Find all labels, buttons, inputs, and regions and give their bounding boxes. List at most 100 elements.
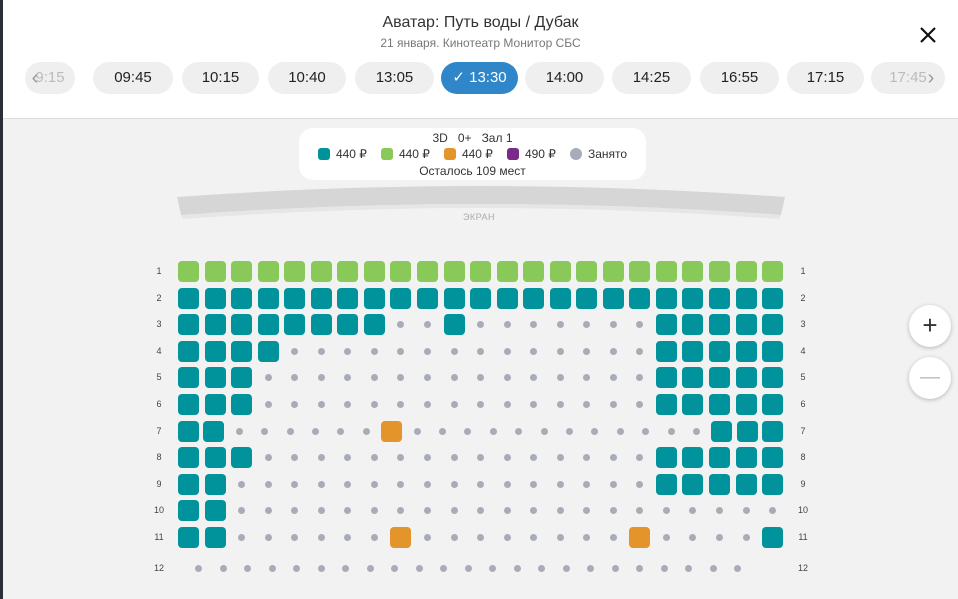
- seat-available[interactable]: [682, 314, 704, 336]
- seat-available[interactable]: [204, 287, 226, 309]
- seat-available[interactable]: [178, 340, 199, 362]
- seat-available[interactable]: [231, 340, 253, 362]
- seat-available[interactable]: [178, 527, 199, 548]
- seat-available[interactable]: [711, 420, 733, 442]
- zoom-in-button[interactable]: +: [909, 305, 951, 347]
- seat-available[interactable]: [178, 261, 199, 282]
- seat-available[interactable]: [416, 261, 438, 282]
- seat-available[interactable]: [337, 261, 359, 282]
- seat-available[interactable]: [284, 314, 306, 336]
- seat-available[interactable]: [735, 473, 757, 495]
- seat-available[interactable]: [496, 287, 518, 309]
- seat-available[interactable]: [204, 340, 226, 362]
- seat-available[interactable]: [602, 287, 624, 309]
- zoom-out-button[interactable]: —: [909, 357, 951, 399]
- seat-available[interactable]: [390, 287, 412, 309]
- seat-available[interactable]: [363, 314, 385, 336]
- seat-available[interactable]: [204, 261, 226, 282]
- seat-available[interactable]: [381, 420, 403, 442]
- seat-available[interactable]: [443, 287, 465, 309]
- seat-available[interactable]: [310, 287, 332, 309]
- seat-available[interactable]: [257, 314, 279, 336]
- seat-available[interactable]: [337, 287, 359, 309]
- seat-available[interactable]: [178, 367, 199, 389]
- seat-available[interactable]: [735, 340, 757, 362]
- seat-available[interactable]: [762, 261, 784, 282]
- seat-available[interactable]: [762, 314, 784, 336]
- seat-available[interactable]: [709, 340, 730, 362]
- seat-available[interactable]: [523, 261, 545, 282]
- seat-available[interactable]: [736, 420, 758, 442]
- seat-available[interactable]: [204, 447, 226, 469]
- seat-available[interactable]: [762, 394, 784, 415]
- seat-available[interactable]: [602, 261, 624, 282]
- seat-available[interactable]: [655, 261, 677, 282]
- seat-available[interactable]: [204, 314, 226, 336]
- seat-available[interactable]: [576, 287, 598, 309]
- seat-available[interactable]: [390, 261, 412, 282]
- seat-available[interactable]: [231, 287, 253, 309]
- seat-available[interactable]: [629, 261, 651, 282]
- seat-available[interactable]: [735, 394, 757, 415]
- seat-available[interactable]: [310, 314, 332, 336]
- seat-available[interactable]: [709, 447, 730, 469]
- seat-available[interactable]: [204, 500, 226, 522]
- seat-available[interactable]: [762, 420, 784, 442]
- seat-available[interactable]: [682, 394, 704, 415]
- seat-available[interactable]: [310, 261, 332, 282]
- seat-available[interactable]: [204, 527, 226, 548]
- seat-available[interactable]: [178, 394, 199, 415]
- seat-available[interactable]: [655, 394, 677, 415]
- seat-available[interactable]: [523, 287, 545, 309]
- seat-available[interactable]: [655, 314, 677, 336]
- seat-available[interactable]: [363, 287, 385, 309]
- seat-available[interactable]: [709, 394, 730, 415]
- seat-available[interactable]: [390, 527, 412, 548]
- seat-available[interactable]: [231, 261, 253, 282]
- seat-available[interactable]: [203, 420, 225, 442]
- seat-available[interactable]: [337, 314, 359, 336]
- seat-available[interactable]: [231, 447, 253, 469]
- seat-available[interactable]: [204, 473, 226, 495]
- seat-available[interactable]: [231, 367, 253, 389]
- seat-available[interactable]: [496, 261, 518, 282]
- seat-available[interactable]: [416, 287, 438, 309]
- seat-available[interactable]: [204, 394, 226, 415]
- seat-available[interactable]: [470, 261, 492, 282]
- seat-available[interactable]: [257, 287, 279, 309]
- seat-available[interactable]: [178, 500, 199, 522]
- seat-available[interactable]: [655, 473, 677, 495]
- seat-available[interactable]: [709, 314, 730, 336]
- seat-available[interactable]: [682, 473, 704, 495]
- seat-available[interactable]: [735, 261, 757, 282]
- seat-available[interactable]: [735, 287, 757, 309]
- seat-available[interactable]: [178, 420, 199, 442]
- seat-available[interactable]: [762, 473, 784, 495]
- seat-available[interactable]: [762, 287, 784, 309]
- seat-available[interactable]: [257, 261, 279, 282]
- seat-available[interactable]: [284, 261, 306, 282]
- seat-available[interactable]: [629, 527, 651, 548]
- seat-available[interactable]: [178, 473, 199, 495]
- seat-available[interactable]: [231, 394, 253, 415]
- seat-available[interactable]: [735, 367, 757, 389]
- seat-available[interactable]: [549, 261, 571, 282]
- seat-available[interactable]: [682, 340, 704, 362]
- seat-available[interactable]: [709, 367, 730, 389]
- seat-available[interactable]: [178, 314, 199, 336]
- seat-available[interactable]: [709, 473, 730, 495]
- seat-available[interactable]: [655, 367, 677, 389]
- seat-available[interactable]: [762, 447, 784, 469]
- seat-available[interactable]: [284, 287, 306, 309]
- seat-available[interactable]: [709, 261, 730, 282]
- seat-available[interactable]: [735, 314, 757, 336]
- seat-available[interactable]: [735, 447, 757, 469]
- seat-available[interactable]: [682, 287, 704, 309]
- seat-available[interactable]: [443, 261, 465, 282]
- seat-available[interactable]: [762, 527, 784, 548]
- seat-available[interactable]: [443, 314, 465, 336]
- seat-available[interactable]: [549, 287, 571, 309]
- seat-available[interactable]: [363, 261, 385, 282]
- seat-available[interactable]: [682, 261, 704, 282]
- seat-available[interactable]: [204, 367, 226, 389]
